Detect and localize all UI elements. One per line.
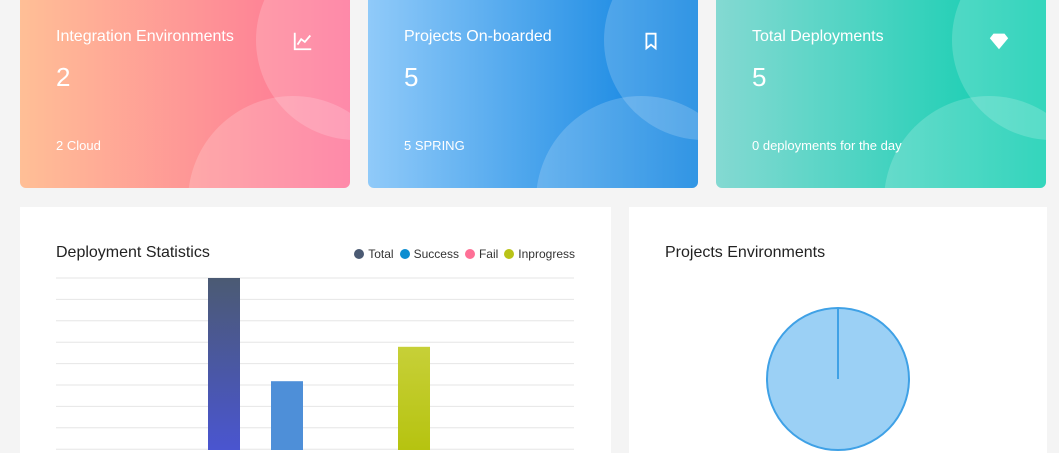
- legend-item-success[interactable]: Success: [399, 247, 459, 261]
- projects-environments-pie-chart: [766, 307, 910, 451]
- card-footer: 0 deployments for the day: [752, 138, 902, 153]
- line-chart-icon: [293, 32, 312, 51]
- panel-title: Deployment Statistics: [56, 244, 210, 261]
- legend-label: Success: [413, 247, 459, 261]
- card-decoration: [188, 96, 350, 188]
- panel-title: Projects Environments: [665, 244, 826, 261]
- legend-item-inprogress[interactable]: Inprogress: [504, 247, 575, 261]
- deployment-bar-chart: [56, 277, 574, 450]
- card-value: 5: [752, 62, 767, 92]
- card-footer: 2 Cloud: [56, 138, 101, 153]
- projects-environments-panel: Projects Environments: [629, 207, 1047, 453]
- legend-dot: [464, 249, 475, 259]
- legend-label: Fail: [478, 247, 499, 261]
- bar-inprogress[interactable]: [398, 346, 430, 450]
- card-title: Total Deployments: [752, 28, 884, 45]
- legend-dot: [399, 249, 410, 259]
- legend-item-fail[interactable]: Fail: [464, 247, 499, 261]
- card-decoration: [884, 96, 1046, 188]
- legend-dot: [354, 249, 365, 259]
- card-value: 2: [56, 62, 71, 92]
- bookmark-icon: [645, 32, 657, 51]
- diamond-icon: [989, 33, 1009, 50]
- stat-card-integration-environments: Integration Environments 2 2 Cloud: [20, 0, 350, 188]
- bar-total[interactable]: [208, 278, 240, 450]
- card-title: Projects On-boarded: [404, 28, 552, 45]
- bar-success[interactable]: [271, 381, 303, 450]
- stat-card-projects-onboarded: Projects On-boarded 5 5 SPRING: [368, 0, 698, 188]
- card-value: 5: [404, 62, 419, 92]
- legend-dot: [504, 249, 515, 259]
- legend-label: Total: [368, 247, 394, 261]
- stat-card-total-deployments: Total Deployments 5 0 deployments for th…: [716, 0, 1046, 188]
- card-title: Integration Environments: [56, 28, 234, 45]
- chart-legend: Total Success Fail Inprogress: [352, 247, 575, 261]
- card-footer: 5 SPRING: [404, 138, 465, 153]
- deployment-statistics-panel: Deployment Statistics Total Success Fail…: [20, 207, 611, 453]
- legend-label: Inprogress: [518, 247, 575, 261]
- card-decoration: [536, 96, 698, 188]
- legend-item-total[interactable]: Total: [354, 247, 394, 261]
